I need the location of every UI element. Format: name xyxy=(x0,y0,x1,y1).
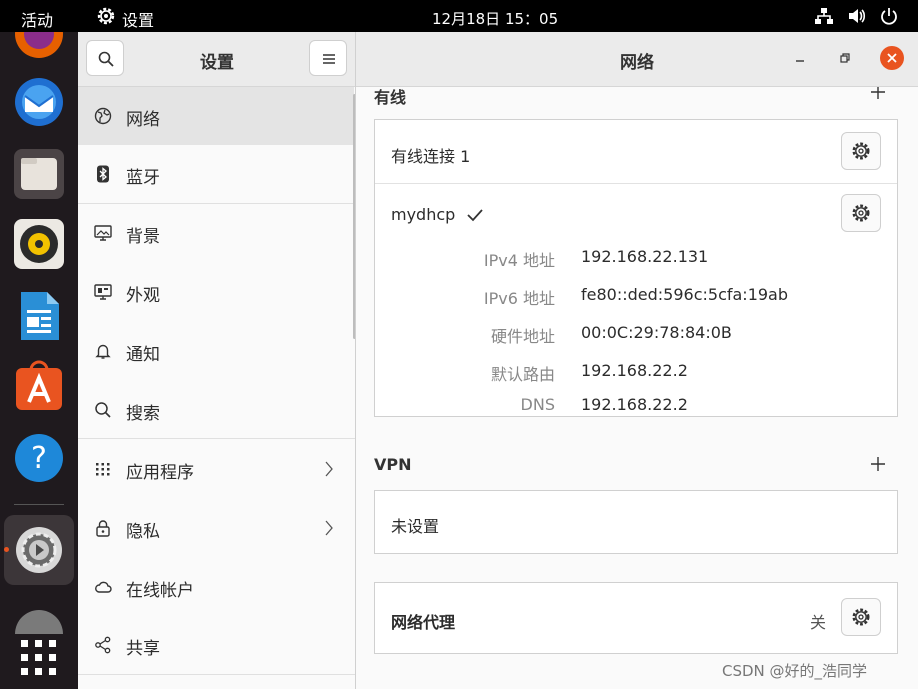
background-monitor-icon xyxy=(94,225,112,241)
top-bar: 活动 设置 12月18日 15：05 xyxy=(0,0,918,32)
app-center-icon[interactable] xyxy=(13,360,65,412)
sidebar-item-label: 在线帐户 xyxy=(126,581,194,601)
hardware-address-value: 00:0C:29:78:84:0B xyxy=(581,323,732,342)
proxy-title: 网络代理 xyxy=(391,613,456,632)
sidebar-item-background[interactable]: 背景 xyxy=(78,204,354,262)
sidebar-item-label: 网络 xyxy=(126,110,160,130)
default-route-label: 默认路由 xyxy=(490,365,555,384)
main-header: 网络 xyxy=(356,32,918,87)
hamburger-icon xyxy=(323,54,335,64)
profile-name[interactable]: mydhcp xyxy=(391,205,455,224)
vpn-section-title: VPN xyxy=(374,455,412,474)
profile-settings-button[interactable] xyxy=(841,194,881,232)
power-icon[interactable] xyxy=(879,6,899,26)
firefox-icon[interactable] xyxy=(13,32,65,60)
sidebar-item-privacy[interactable]: 隐私 xyxy=(78,499,354,557)
wired-connection-name: 有线连接 1 xyxy=(391,147,471,166)
search-icon xyxy=(95,402,111,418)
sidebar-item-sharing[interactable]: 共享 xyxy=(78,616,354,674)
help-icon[interactable]: ? xyxy=(13,432,65,484)
minimize-icon[interactable] xyxy=(788,46,812,70)
sidebar-item-label: 隐私 xyxy=(126,522,160,542)
default-route-value: 192.168.22.2 xyxy=(581,361,688,380)
appearance-icon xyxy=(94,284,112,300)
proxy-status: 关 xyxy=(810,613,827,632)
sidebar-item-online-accounts[interactable]: 在线帐户 xyxy=(78,558,354,616)
menu-button[interactable] xyxy=(309,40,347,76)
vpn-card: 未设置 xyxy=(374,490,898,554)
sidebar-item-label: 共享 xyxy=(126,639,160,659)
sidebar-item-bluetooth[interactable]: 蓝牙 xyxy=(78,145,354,203)
sidebar-item-appearance[interactable]: 外观 xyxy=(78,263,354,321)
sidebar-item-label: 搜索 xyxy=(126,404,160,424)
wired-section-title: 有线 xyxy=(374,88,407,107)
ipv6-label: IPv6 地址 xyxy=(483,289,555,308)
chevron-right-icon xyxy=(325,520,333,536)
sidebar-item-label: 背景 xyxy=(126,227,160,247)
sidebar-item-label: 应用程序 xyxy=(126,463,194,483)
add-vpn-icon[interactable] xyxy=(870,456,886,472)
bell-icon xyxy=(95,344,111,359)
close-button[interactable] xyxy=(880,46,904,70)
clock[interactable]: 12月18日 15：05 xyxy=(432,8,558,29)
ipv6-value: fe80::ded:596c:5cfa:19ab xyxy=(581,285,789,304)
thunderbird-icon[interactable] xyxy=(13,76,65,128)
rhythmbox-icon[interactable] xyxy=(13,218,65,270)
files-icon[interactable] xyxy=(13,148,65,200)
bluetooth-icon xyxy=(97,165,109,183)
network-panel: 网络 有线 有线连接 1 mydhcp IPv4 地址 192.168.22.1… xyxy=(356,32,918,689)
sidebar-item-notifications[interactable]: 通知 xyxy=(78,322,354,380)
close-icon xyxy=(887,53,897,63)
sidebar-item-label: 蓝牙 xyxy=(126,168,160,188)
settings-sidebar: 设置 网络 蓝牙 背景 外观 通知 搜索 应用程序 隐私 在线帐户 共享 xyxy=(78,32,356,689)
app-menu[interactable]: 设置 xyxy=(122,7,154,31)
grid-icon xyxy=(96,463,110,476)
ipv4-label: IPv4 地址 xyxy=(483,251,555,270)
sidebar-item-applications[interactable]: 应用程序 xyxy=(78,440,354,498)
sidebar-item-network[interactable]: 网络 xyxy=(78,87,354,145)
share-icon xyxy=(95,636,111,654)
svg-text:?: ? xyxy=(31,441,47,476)
network-globe-icon xyxy=(94,107,112,125)
vpn-empty-text: 未设置 xyxy=(391,517,440,536)
hardware-address-label: 硬件地址 xyxy=(490,327,555,346)
lock-icon xyxy=(96,520,110,537)
cloud-icon xyxy=(95,581,112,593)
gear-icon xyxy=(852,608,870,626)
network-wired-icon[interactable] xyxy=(814,6,834,26)
show-applications-icon[interactable] xyxy=(13,632,65,684)
writer-icon[interactable] xyxy=(13,290,65,342)
checkmark-icon xyxy=(467,209,483,222)
proxy-card[interactable]: 网络代理 关 xyxy=(374,582,898,654)
ipv4-value: 192.168.22.131 xyxy=(581,247,709,266)
dns-label: DNS xyxy=(520,395,555,414)
dns-value: 192.168.22.2 xyxy=(581,395,688,414)
wired-settings-button[interactable] xyxy=(841,132,881,170)
sidebar-item-search[interactable]: 搜索 xyxy=(78,381,354,439)
gear-icon xyxy=(852,142,870,160)
proxy-settings-button[interactable] xyxy=(841,598,881,636)
dock: ? xyxy=(0,32,78,689)
sidebar-item-label: 通知 xyxy=(126,345,160,365)
settings-gear-icon xyxy=(97,7,115,25)
sidebar-item-label: 外观 xyxy=(126,286,160,306)
settings-app-icon[interactable] xyxy=(13,524,65,576)
chevron-right-icon xyxy=(325,461,333,477)
volume-icon[interactable] xyxy=(847,6,867,26)
gear-icon xyxy=(852,204,870,222)
wired-card: 有线连接 1 mydhcp IPv4 地址 192.168.22.131 IPv… xyxy=(374,119,898,417)
restore-icon[interactable] xyxy=(833,46,857,70)
watermark: CSDN @好的_浩同学 xyxy=(722,662,868,680)
sidebar-header: 设置 xyxy=(78,32,356,87)
activities-button[interactable]: 活动 xyxy=(21,7,53,31)
